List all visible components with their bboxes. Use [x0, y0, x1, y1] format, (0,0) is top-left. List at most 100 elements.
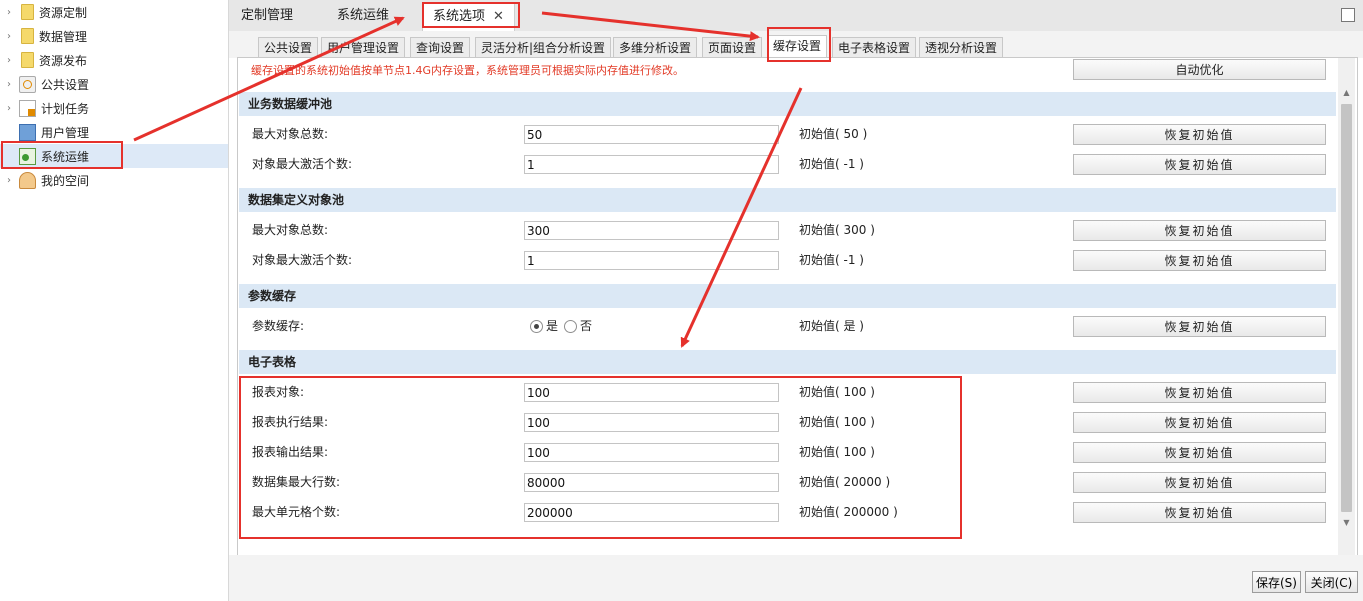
scroll-down-icon[interactable]: ▼ — [1338, 516, 1355, 530]
scroll-up-icon[interactable]: ▲ — [1338, 86, 1355, 100]
field-label: 最大对象总数: — [252, 127, 329, 141]
scroll-thumb[interactable] — [1341, 104, 1352, 512]
restore-default-button[interactable]: 恢复初始值 — [1073, 124, 1326, 145]
param-cache-yes-radio[interactable] — [530, 319, 543, 333]
close-button[interactable]: 关闭(C) — [1305, 571, 1358, 593]
settings-subtab-bar: 公共设置 用户管理设置 查询设置 灵活分析|组合分析设置 多维分析设置 页面设置… — [229, 31, 1363, 58]
expand-arrow-icon[interactable]: › — [4, 31, 14, 42]
cache-settings-panel: 缓存设置的系统初始值按单节点1.4G内存设置，系统管理员可根据实际内存值进行修改… — [237, 57, 1358, 556]
maximize-icon[interactable] — [1341, 8, 1355, 22]
restore-default-button[interactable]: 恢复初始值 — [1073, 412, 1326, 433]
restore-default-button[interactable]: 恢复初始值 — [1073, 316, 1326, 337]
tree-item-resource-publish[interactable]: › 资源发布 — [0, 48, 228, 72]
tab-custom-management[interactable]: 定制管理 — [231, 0, 303, 31]
tab-system-options[interactable]: 系统选项 ✕ — [422, 3, 515, 32]
max-cells-input[interactable] — [524, 503, 779, 522]
initial-value: 初始值( 100 ) — [799, 445, 875, 459]
folder-icon — [21, 52, 34, 68]
tree-item-scheduled-tasks[interactable]: › 计划任务 — [0, 96, 228, 120]
initial-value: 初始值( 是 ) — [799, 319, 864, 333]
tree-item-data-management[interactable]: › 数据管理 — [0, 24, 228, 48]
save-button[interactable]: 保存(S) — [1252, 571, 1301, 593]
field-label: 报表输出结果: — [252, 445, 329, 459]
subtab-query-settings[interactable]: 查询设置 — [410, 37, 471, 58]
subtab-common-settings[interactable]: 公共设置 — [258, 37, 319, 58]
business-max-objects-input[interactable] — [524, 125, 779, 144]
schedule-task-icon — [19, 99, 36, 117]
auto-optimize-button[interactable]: 自动优化 — [1073, 59, 1326, 80]
expand-arrow-icon[interactable]: › — [4, 7, 14, 18]
subtab-pivot-analysis[interactable]: 透视分析设置 — [919, 37, 1004, 58]
subtab-flexible-analysis[interactable]: 灵活分析|组合分析设置 — [475, 37, 612, 58]
field-label: 最大对象总数: — [252, 223, 329, 237]
report-output-result-input[interactable] — [524, 443, 779, 462]
settings-icon — [19, 75, 36, 93]
tree-item-label: 数据管理 — [39, 29, 88, 44]
tree-item-resource-custom[interactable]: › 资源定制 — [0, 0, 228, 24]
report-exec-result-input[interactable] — [524, 413, 779, 432]
business-max-active-input[interactable] — [524, 155, 779, 174]
tree-item-label: 系统运维 — [41, 149, 90, 164]
folder-icon — [21, 4, 34, 20]
tree-item-system-ops[interactable]: 系统运维 — [0, 144, 228, 168]
initial-value: 初始值( 50 ) — [799, 127, 868, 141]
dataset-max-active-input[interactable] — [524, 251, 779, 270]
restore-default-button[interactable]: 恢复初始值 — [1073, 220, 1326, 241]
tree-item-my-space[interactable]: › 我的空间 — [0, 168, 228, 192]
param-cache-no-radio[interactable] — [564, 319, 578, 333]
settings-content: 缓存设置的系统初始值按单节点1.4G内存设置，系统管理员可根据实际内存值进行修改… — [238, 58, 1338, 555]
initial-value: 初始值( 100 ) — [799, 385, 875, 399]
subtab-label: 灵活分析|组合分析设置 — [481, 41, 606, 55]
subtab-spreadsheet-settings[interactable]: 电子表格设置 — [832, 37, 917, 58]
expand-arrow-icon[interactable]: › — [4, 103, 14, 114]
restore-default-button[interactable]: 恢复初始值 — [1073, 154, 1326, 175]
person-icon — [19, 171, 36, 189]
section-business-pool: 业务数据缓冲池 — [239, 92, 1336, 116]
subtab-page-settings[interactable]: 页面设置 — [702, 37, 763, 58]
subtab-label: 公共设置 — [264, 41, 313, 55]
tree-item-label: 资源发布 — [39, 53, 88, 68]
field-label: 最大单元格个数: — [252, 505, 341, 519]
tree-item-user-management[interactable]: 用户管理 — [0, 120, 228, 144]
expand-arrow-icon[interactable]: › — [4, 79, 14, 90]
tree-item-label: 我的空间 — [41, 173, 90, 188]
dataset-max-rows-input[interactable] — [524, 473, 779, 492]
tree-item-label: 用户管理 — [41, 125, 90, 140]
tree-item-label: 资源定制 — [39, 5, 88, 20]
field-label: 数据集最大行数: — [252, 475, 341, 489]
restore-default-button[interactable]: 恢复初始值 — [1073, 472, 1326, 493]
close-icon[interactable]: ✕ — [493, 9, 504, 24]
restore-default-button[interactable]: 恢复初始值 — [1073, 382, 1326, 403]
user-management-icon — [19, 123, 36, 141]
initial-value: 初始值( 100 ) — [799, 415, 875, 429]
initial-value: 初始值( 200000 ) — [799, 505, 898, 519]
initial-value: 初始值( -1 ) — [799, 253, 864, 267]
subtab-cache-settings[interactable]: 缓存设置 — [767, 35, 828, 58]
restore-default-button[interactable]: 恢复初始值 — [1073, 442, 1326, 463]
radio-label: 否 — [580, 319, 593, 333]
tab-label: 定制管理 — [241, 8, 294, 23]
vertical-scrollbar[interactable]: ▲ ▼ — [1338, 58, 1355, 555]
tab-label: 系统运维 — [337, 8, 390, 23]
footer-bar — [229, 555, 1363, 601]
expand-arrow-icon[interactable]: › — [4, 175, 14, 186]
tree-item-common-settings[interactable]: › 公共设置 — [0, 72, 228, 96]
restore-default-button[interactable]: 恢复初始值 — [1073, 502, 1326, 523]
subtab-label: 查询设置 — [416, 41, 465, 55]
dataset-max-objects-input[interactable] — [524, 221, 779, 240]
restore-default-button[interactable]: 恢复初始值 — [1073, 250, 1326, 271]
subtab-multidim-analysis[interactable]: 多维分析设置 — [613, 37, 698, 58]
field-label: 报表执行结果: — [252, 415, 329, 429]
subtab-user-management[interactable]: 用户管理设置 — [321, 37, 406, 58]
expand-arrow-icon[interactable]: › — [4, 55, 14, 66]
top-tab-bar: 定制管理 系统运维 系统选项 ✕ — [229, 0, 1363, 32]
field-label: 对象最大激活个数: — [252, 157, 353, 171]
folder-icon — [21, 28, 34, 44]
tab-system-ops[interactable]: 系统运维 — [327, 0, 399, 31]
field-label: 报表对象: — [252, 385, 305, 399]
section-dataset-pool: 数据集定义对象池 — [239, 188, 1336, 212]
report-object-input[interactable] — [524, 383, 779, 402]
radio-label: 是 — [546, 319, 559, 333]
sidebar-tree: › 资源定制 › 数据管理 › 资源发布 › 公共设置 › 计划任务 用户管理 … — [0, 0, 229, 601]
tree-item-label: 公共设置 — [41, 77, 90, 92]
